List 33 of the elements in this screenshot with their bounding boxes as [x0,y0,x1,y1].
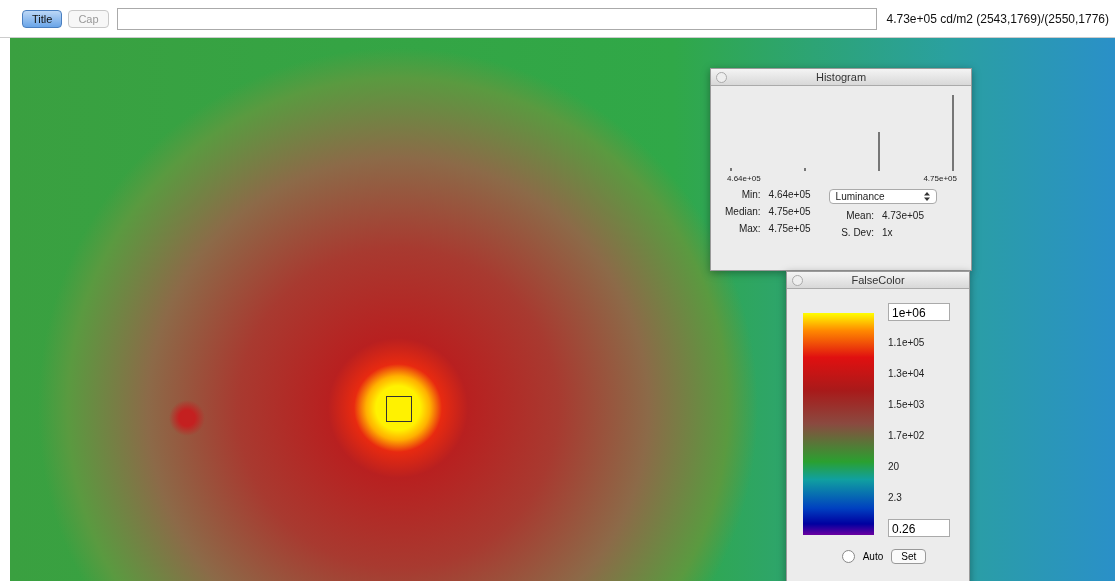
min-value-field[interactable]: 0.26 [888,519,950,537]
selection-rectangle[interactable] [386,396,412,422]
scale-label: 2.3 [888,491,903,505]
stat-value: 4.75e+05 [768,206,811,217]
updown-icon [923,192,930,201]
scale-label: 1.1e+05 [888,336,926,350]
scale-label: 1.5e+03 [888,398,926,412]
scale-label: 1.3e+04 [888,367,926,381]
axis-label: 4.64e+05 [727,174,761,183]
window-title: Histogram [815,71,867,83]
stat-value: 4.64e+05 [768,189,811,200]
auto-radio[interactable] [841,550,855,563]
stat-label: S. Dev: [840,227,874,238]
toolbar-button[interactable]: Title [22,9,63,28]
stat-label: Min: [740,189,761,200]
close-icon[interactable] [792,275,803,286]
channel-dropdown[interactable]: Luminance [828,189,937,204]
radio-label: Auto [862,551,884,562]
stat-label: Mean: [845,210,874,221]
stat-label: Max: [737,223,761,234]
max-value-field[interactable]: 1e+06 [888,303,950,321]
pixel-readout: 4.73e+05 cd/m2 (2543,1769)/(2550,1776) [886,11,1109,26]
set-button[interactable]: Set [891,549,927,564]
caption-field[interactable] [116,7,877,30]
stat-value: 4.73e+05 [881,210,925,221]
stat-label: Median: [725,206,761,217]
scale-label: 1.7e+02 [888,429,926,443]
scale-label: 20 [888,460,901,474]
window-title: FalseColor [851,274,905,286]
close-icon[interactable] [716,72,727,83]
stat-value: 1x [881,227,894,238]
axis-label: 4.75e+05 [923,174,957,183]
stat-value: 4.75e+05 [768,223,811,234]
